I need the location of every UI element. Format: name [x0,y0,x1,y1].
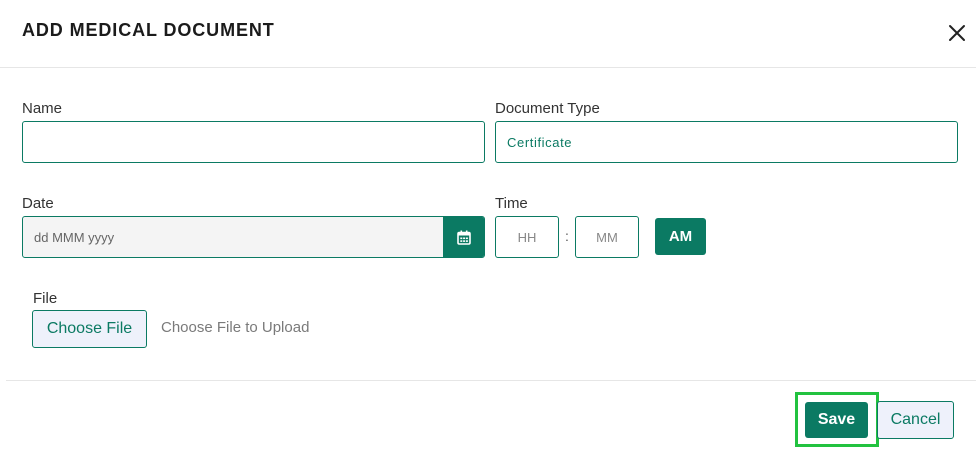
footer-divider [6,380,976,381]
time-separator: : [565,228,569,244]
document-type-value: Certificate [507,135,573,150]
document-type-select[interactable]: Certificate [495,121,958,163]
date-picker-button[interactable] [443,217,484,257]
dialog-header: ADD MEDICAL DOCUMENT [0,0,976,68]
add-medical-document-dialog: ADD MEDICAL DOCUMENT Name Document Type … [0,0,980,450]
save-button[interactable]: Save [805,402,868,438]
file-upload-hint: Choose File to Upload [161,319,310,336]
date-label: Date [22,195,54,212]
minutes-input[interactable]: MM [575,216,639,258]
close-button[interactable] [944,20,970,46]
dialog-title: ADD MEDICAL DOCUMENT [22,20,275,40]
document-type-label: Document Type [495,100,600,117]
name-input[interactable] [22,121,485,163]
time-label: Time [495,195,528,212]
file-label: File [33,290,58,307]
date-placeholder: dd MMM yyyy [34,230,115,245]
am-pm-toggle[interactable]: AM [655,218,706,255]
name-label: Name [22,100,63,117]
calendar-icon [456,230,471,245]
date-input[interactable]: dd MMM yyyy [22,216,485,258]
hours-input[interactable]: HH [495,216,559,258]
cancel-button[interactable]: Cancel [877,401,954,439]
close-icon [949,25,965,41]
choose-file-button[interactable]: Choose File [32,310,147,348]
